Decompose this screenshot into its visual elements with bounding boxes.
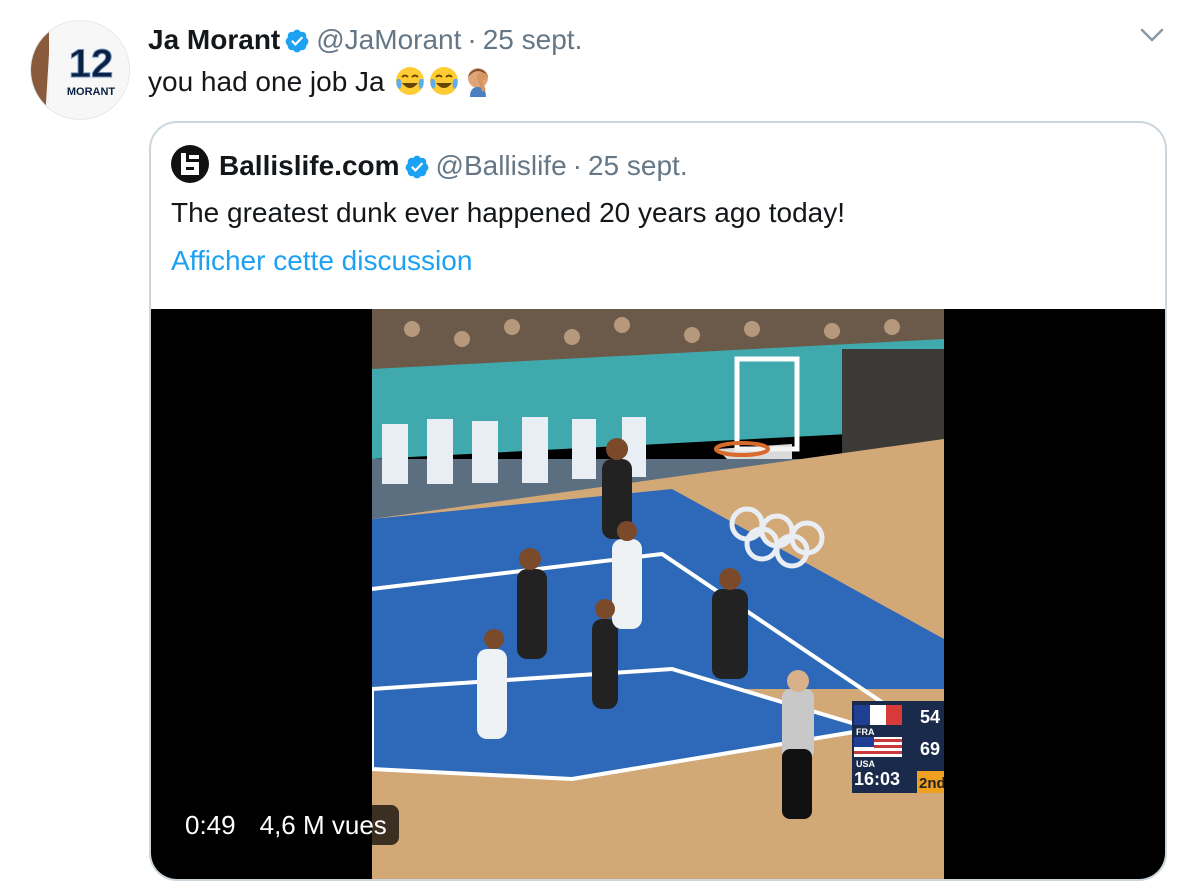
tears-of-joy-emoji-icon — [428, 65, 460, 106]
author-name[interactable]: Ja Morant — [148, 24, 280, 55]
video-player[interactable]: FRA USA 54 69 16:03 2nd 0:49 4,6 M vues — [151, 309, 1165, 879]
facepalm-emoji-icon — [462, 65, 494, 106]
scoreboard-score2: 69 — [920, 739, 940, 759]
verified-badge-icon — [284, 27, 310, 63]
scoreboard-clock: 16:03 — [854, 769, 900, 789]
header-separator: · — [467, 24, 477, 55]
scoreboard-score1: 54 — [920, 707, 940, 727]
video-duration: 0:49 — [185, 810, 236, 840]
quoted-author-name[interactable]: Ballislife.com — [219, 150, 400, 181]
video-frame[interactable]: FRA USA 54 69 16:03 2nd — [372, 309, 944, 879]
author-avatar[interactable]: 12 MORANT — [30, 20, 130, 120]
quoted-tweet-date[interactable]: 25 sept. — [588, 150, 688, 181]
chevron-down-icon[interactable] — [1138, 24, 1166, 46]
author-handle[interactable]: @JaMorant — [316, 24, 461, 55]
avatar-jersey-number: 12 — [69, 42, 114, 86]
tweet-date[interactable]: 25 sept. — [483, 24, 583, 55]
quoted-header-separator: · — [572, 150, 582, 181]
quoted-tweet-header: Ballislife.com @Ballislife · 25 sept. — [171, 145, 688, 192]
scoreboard-team1: FRA — [856, 727, 875, 737]
tweet-header: Ja Morant @JaMorant · 25 sept. — [148, 22, 582, 63]
avatar-jersey-image: 12 MORANT — [31, 21, 129, 119]
video-info-badge: 0:49 4,6 M vues — [173, 805, 399, 845]
scoreboard-period: 2nd — [919, 775, 944, 792]
quoted-tweet-card[interactable]: Ballislife.com @Ballislife · 25 sept. The g… — [149, 121, 1167, 881]
show-thread-link[interactable]: Afficher cette discussion — [171, 243, 472, 279]
ballislife-logo-icon[interactable] — [171, 145, 209, 192]
video-views: 4,6 M vues — [259, 810, 387, 840]
tears-of-joy-emoji-icon — [394, 65, 426, 106]
tweet-text: you had one job Ja — [148, 66, 385, 97]
verified-badge-icon — [404, 153, 430, 189]
quoted-tweet-text: The greatest dunk ever happened 20 years… — [171, 197, 846, 228]
scoreboard-team2: USA — [856, 759, 876, 769]
avatar-jersey-name: MORANT — [67, 86, 116, 98]
quoted-author-handle[interactable]: @Ballislife — [436, 150, 567, 181]
scoreboard: FRA USA 54 69 16:03 2nd — [852, 701, 944, 793]
tweet-text-line: you had one job Ja — [148, 64, 494, 106]
